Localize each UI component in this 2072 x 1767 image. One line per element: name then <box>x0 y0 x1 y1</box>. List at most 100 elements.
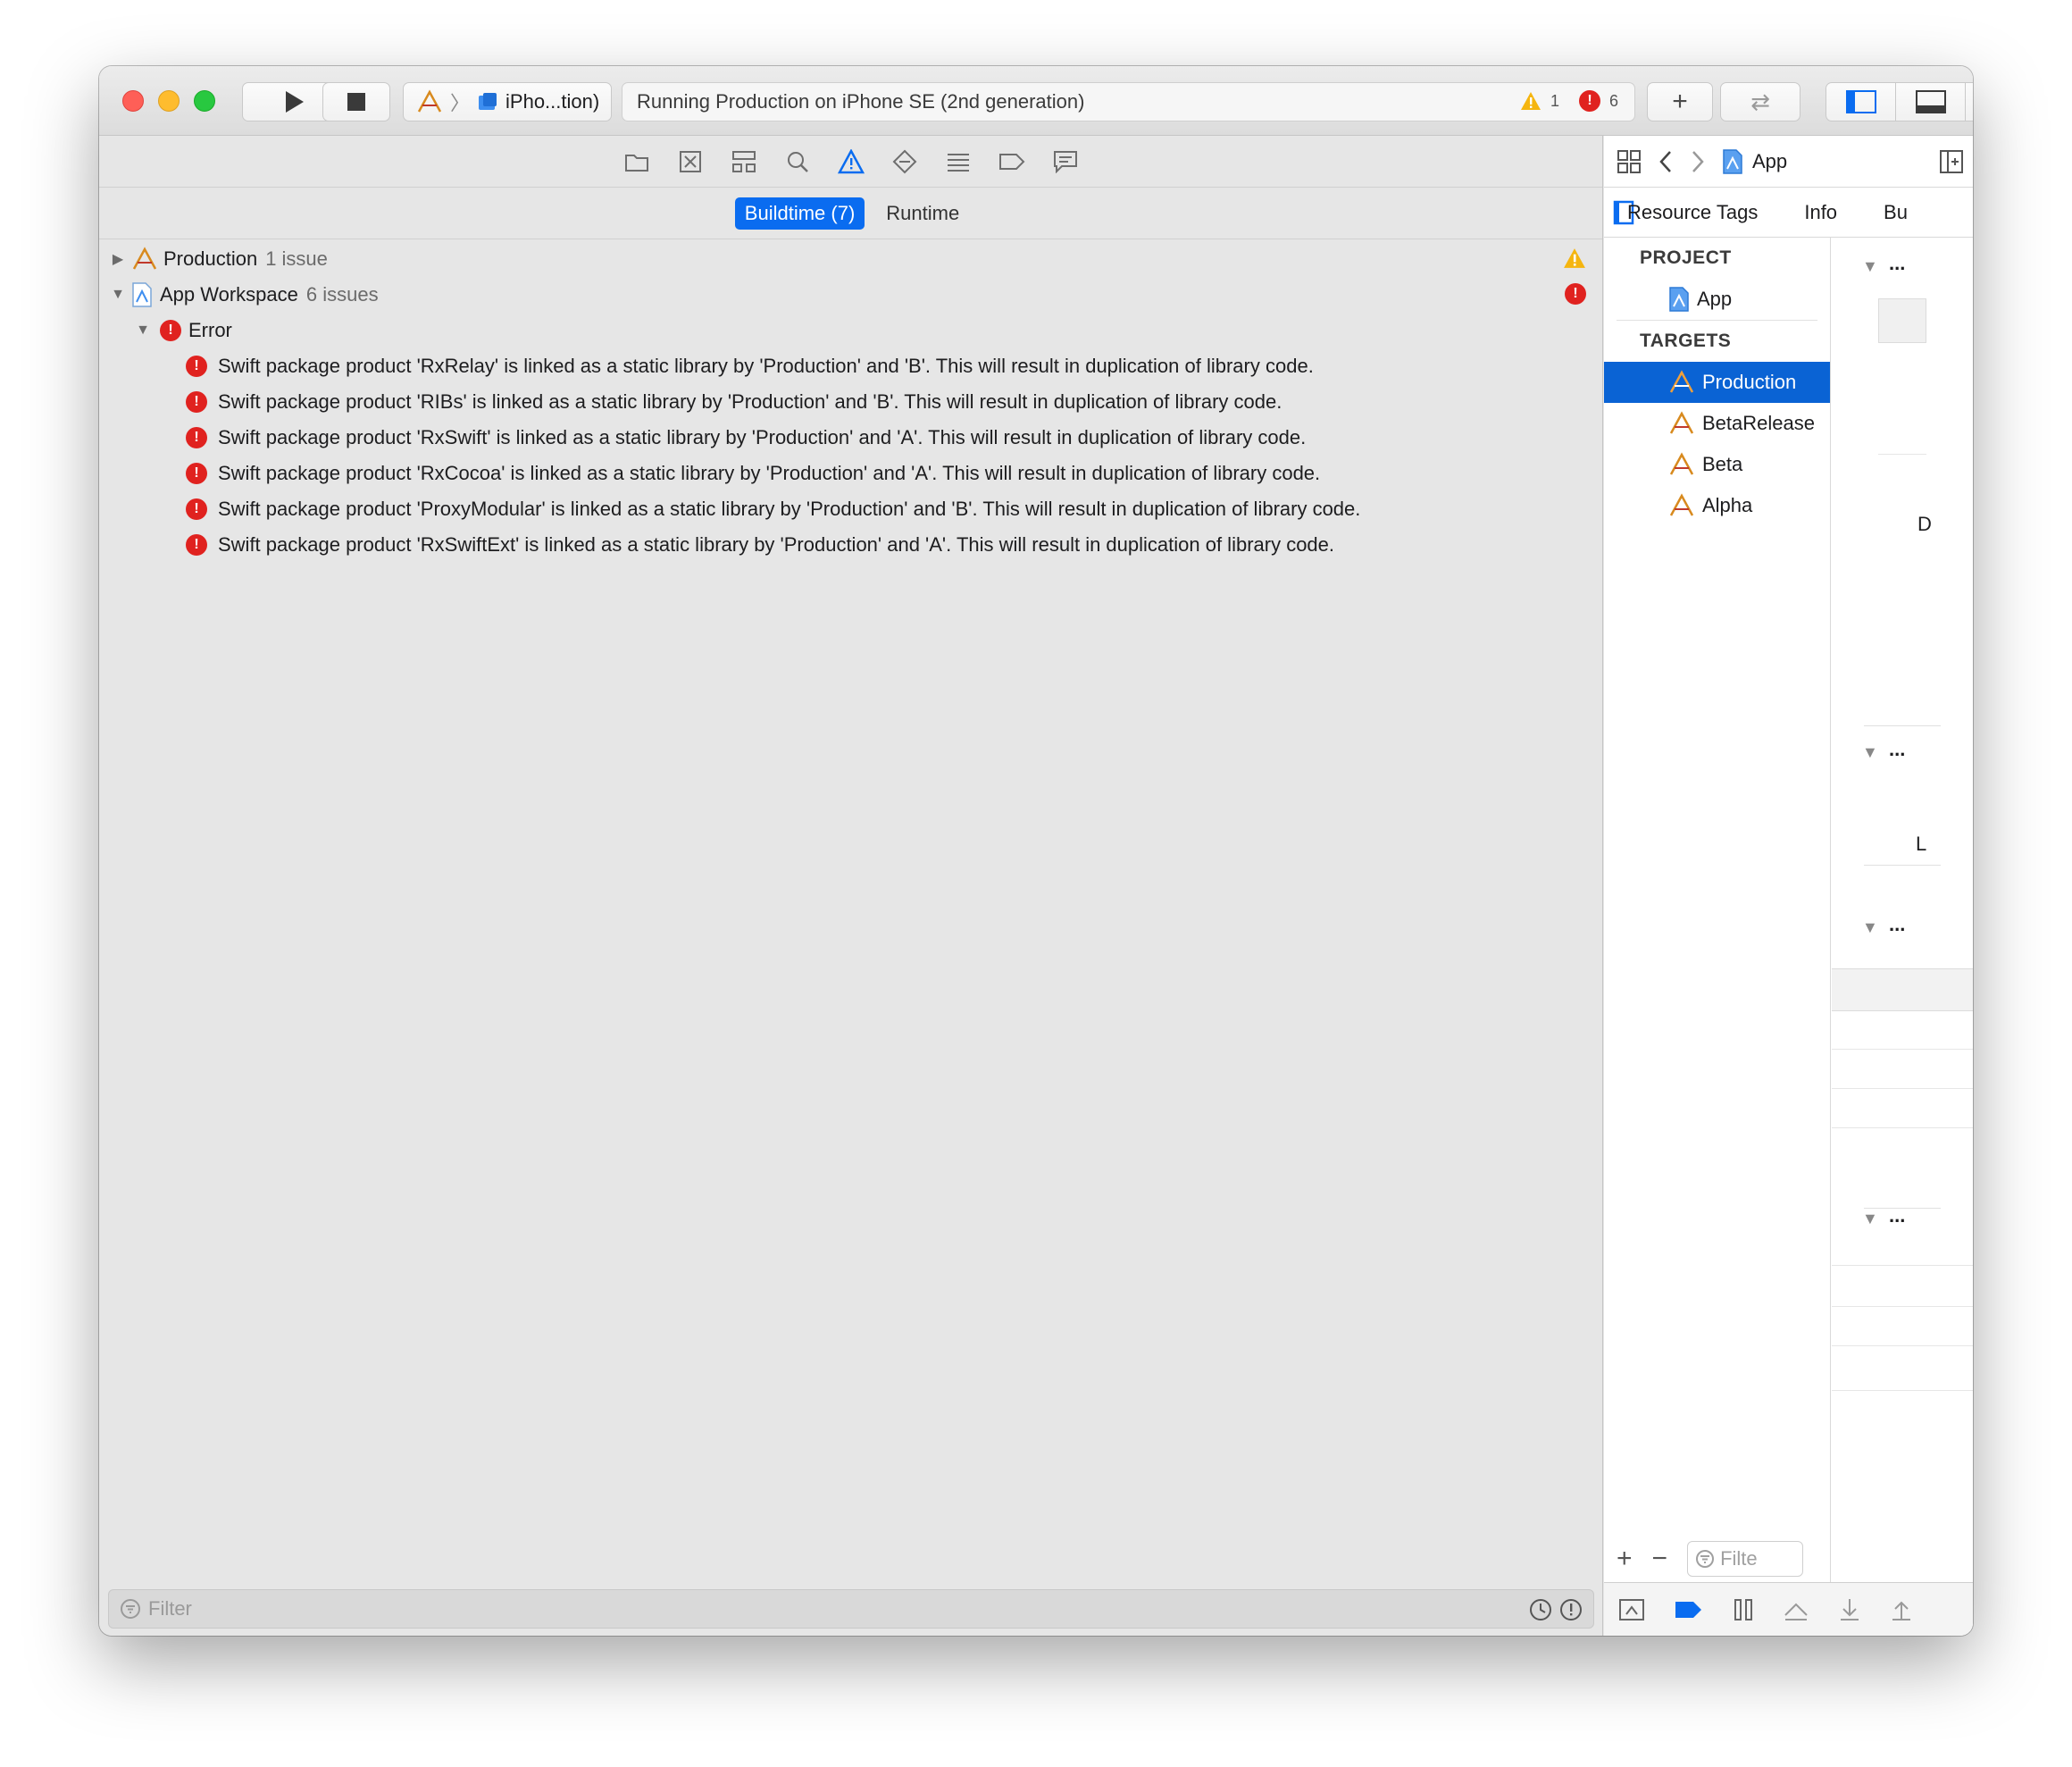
toggle-inspector-button[interactable] <box>1966 83 1973 121</box>
search-icon[interactable] <box>784 148 811 175</box>
group-issue-count: 1 issue <box>265 247 328 270</box>
xcode-window: 〉 iPho...tion) Running Production on iPh… <box>99 66 1973 1636</box>
hide-debug-area-icon[interactable] <box>1618 1598 1645 1621</box>
project-editor: App Resource Tags Info Bu PROJECT App TA… <box>1604 136 1973 1636</box>
section-disclosure-icon[interactable]: ▼ <box>1862 1210 1878 1228</box>
section-disclosure-icon[interactable]: ▼ <box>1862 743 1878 762</box>
issue-row[interactable]: ! Swift package product 'RxRelay' is lin… <box>99 348 1602 384</box>
scheme-selector[interactable]: 〉 iPho...tion) <box>403 82 612 121</box>
issue-row[interactable]: ! Swift package product 'RIBs' is linked… <box>99 384 1602 420</box>
issue-category-error[interactable]: ▼ ! Error <box>99 313 1602 348</box>
truncated-label-l: L <box>1916 833 1927 855</box>
buildtime-tab[interactable]: Buildtime (7) <box>734 197 865 230</box>
editor-tabs: Resource Tags Info Bu <box>1604 188 1973 238</box>
navigator-filter[interactable]: Filter <box>108 1589 1594 1629</box>
chevron-right-icon: 〉 <box>450 92 471 114</box>
table-row-divider <box>1832 1127 1973 1128</box>
tab-build-settings[interactable]: Bu <box>1884 201 1908 224</box>
app-target-icon <box>1669 493 1694 516</box>
add-target-icon[interactable]: + <box>1617 1544 1633 1574</box>
recent-clock-icon[interactable] <box>1529 1598 1552 1621</box>
section-disclosure-icon[interactable]: ▼ <box>1862 257 1878 276</box>
truncated-label-d: D <box>1917 513 1932 535</box>
disclosure-expanded-icon[interactable]: ▼ <box>108 285 128 305</box>
breakpoint-tag-icon[interactable] <box>998 148 1025 175</box>
remove-target-icon[interactable]: − <box>1652 1544 1668 1574</box>
minimize-window-button[interactable] <box>158 90 180 112</box>
issue-row[interactable]: ! Swift package product 'RxSwift' is lin… <box>99 420 1602 456</box>
breakpoints-toggle-icon[interactable] <box>1674 1599 1704 1620</box>
warning-icon <box>1564 248 1585 268</box>
project-file-icon <box>1723 148 1742 174</box>
errors-only-icon[interactable] <box>1559 1598 1583 1621</box>
toggle-debug-area-button[interactable] <box>1896 83 1966 121</box>
warning-icon[interactable] <box>1520 91 1541 111</box>
debug-list-icon[interactable] <box>945 148 972 175</box>
play-icon <box>286 91 304 113</box>
runtime-tab[interactable]: Runtime <box>879 197 966 230</box>
issue-warning-icon[interactable] <box>837 148 865 175</box>
issue-group-production[interactable]: ▶ Production 1 issue <box>99 241 1602 277</box>
error-icon: ! <box>186 391 207 413</box>
jump-bar: App <box>1604 136 1973 188</box>
panel-toggle-group <box>1826 82 1973 121</box>
target-label: Production <box>1702 371 1797 393</box>
status-text: Running Production on iPhone SE (2nd gen… <box>637 90 1085 113</box>
disclosure-expanded-icon[interactable]: ▼ <box>133 321 153 340</box>
project-item[interactable]: App <box>1604 279 1830 320</box>
zoom-window-button[interactable] <box>194 90 215 112</box>
section-disclosure-icon[interactable]: ▼ <box>1862 918 1878 937</box>
error-icon: ! <box>186 427 207 448</box>
app-target-icon <box>1669 370 1694 393</box>
symbol-hierarchy-icon[interactable] <box>731 148 757 175</box>
pause-icon[interactable] <box>1733 1597 1754 1622</box>
targets-filter-placeholder: Filte <box>1720 1547 1758 1570</box>
section-ellipsis: ... <box>1889 913 1906 935</box>
filter-placeholder: Filter <box>148 1597 192 1620</box>
stop-icon <box>347 93 365 111</box>
related-items-grid-icon[interactable] <box>1617 149 1642 174</box>
warning-count: 1 <box>1550 91 1559 110</box>
jump-bar-title[interactable]: App <box>1752 150 1787 173</box>
target-label: Alpha <box>1702 494 1753 516</box>
target-item-beta[interactable]: Beta <box>1604 444 1830 485</box>
app-target-icon <box>132 247 157 270</box>
targets-list: PROJECT App TARGETS Production BetaRelea… <box>1604 238 1831 1582</box>
folder-icon[interactable] <box>623 148 650 175</box>
category-title: Error <box>188 319 232 341</box>
forward-chevron-icon[interactable] <box>1690 149 1706 174</box>
target-item-alpha[interactable]: Alpha <box>1604 485 1830 526</box>
toggle-navigator-button[interactable] <box>1826 83 1896 121</box>
issue-row[interactable]: ! Swift package product 'ProxyModular' i… <box>99 491 1602 527</box>
target-item-betarelease[interactable]: BetaRelease <box>1604 403 1830 444</box>
issue-list: ▶ Production 1 issue ▼ App Workspace 6 i… <box>99 241 1602 563</box>
issue-row[interactable]: ! Swift package product 'RxCocoa' is lin… <box>99 456 1602 491</box>
stop-button[interactable] <box>322 82 390 121</box>
back-chevron-icon[interactable] <box>1658 149 1674 174</box>
tab-info[interactable]: Info <box>1804 201 1837 224</box>
disclosure-collapsed-icon[interactable]: ▶ <box>108 249 128 269</box>
library-add-button[interactable]: + <box>1647 82 1713 121</box>
section-ellipsis: ... <box>1889 738 1906 760</box>
step-out-icon[interactable] <box>1890 1597 1913 1622</box>
targets-filter-input[interactable]: Filte <box>1687 1541 1804 1577</box>
step-over-icon[interactable] <box>1783 1597 1809 1622</box>
add-editor-icon[interactable] <box>1939 149 1964 174</box>
report-bubble-icon[interactable] <box>1052 148 1079 175</box>
issue-row[interactable]: ! Swift package product 'RxSwiftExt' is … <box>99 527 1602 563</box>
group-title: App Workspace <box>160 283 298 306</box>
filter-icon <box>121 1599 140 1619</box>
source-control-icon[interactable] <box>677 148 704 175</box>
error-icon[interactable]: ! <box>1578 90 1600 112</box>
error-count: 6 <box>1608 91 1618 110</box>
code-review-button[interactable]: ⇄ <box>1720 82 1800 121</box>
close-window-button[interactable] <box>122 90 144 112</box>
target-item-production[interactable]: Production <box>1604 362 1830 403</box>
issue-group-app-workspace[interactable]: ▼ App Workspace 6 issues ! <box>99 277 1602 313</box>
step-into-icon[interactable] <box>1838 1597 1861 1622</box>
issue-message: Swift package product 'RIBs' is linked a… <box>218 390 1282 413</box>
tab-resource-tags[interactable]: Resource Tags <box>1627 201 1758 224</box>
app-target-icon <box>417 89 442 113</box>
test-diamond-icon[interactable] <box>891 148 918 175</box>
section-divider <box>1864 865 1941 866</box>
